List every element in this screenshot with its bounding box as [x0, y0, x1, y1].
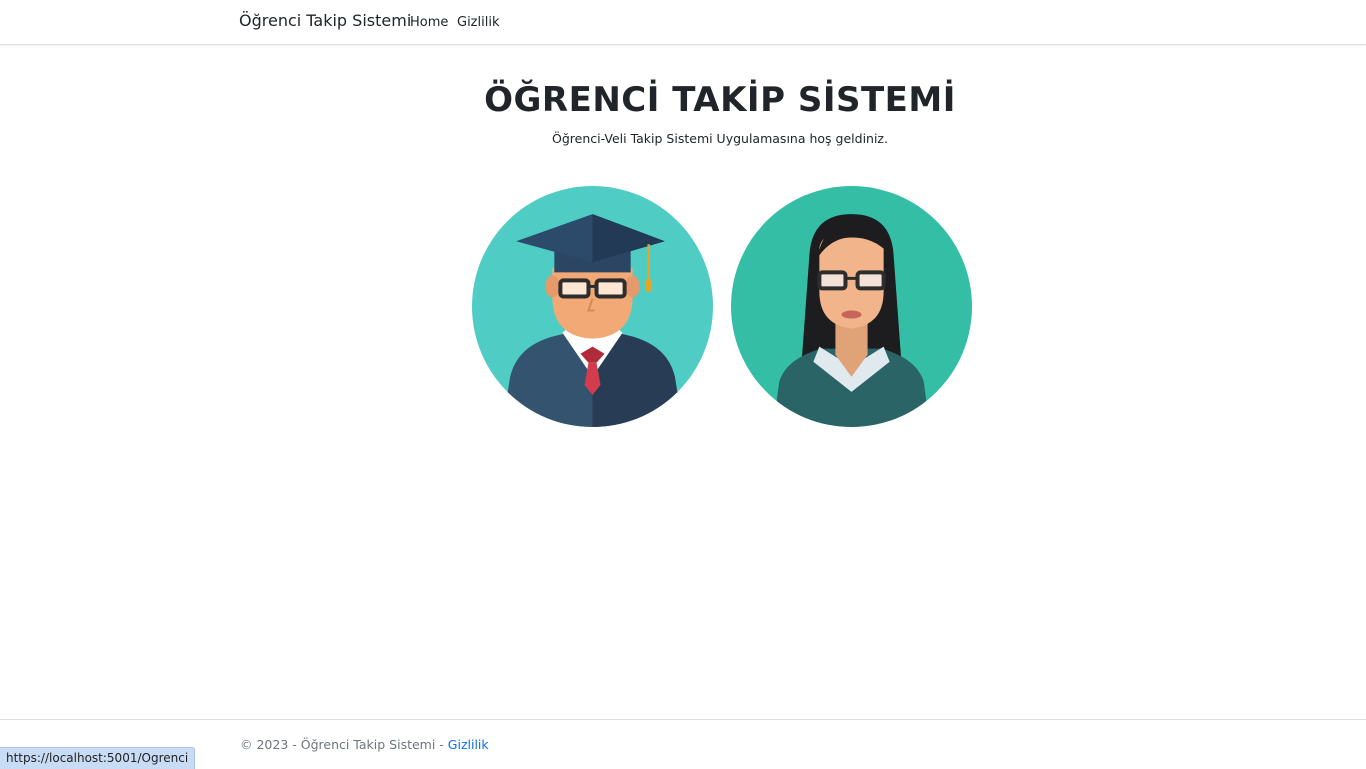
footer-text: © 2023 - Öğrenci Takip Sistemi - Gizlili… — [240, 737, 489, 752]
woman-avatar-icon — [731, 186, 972, 427]
page-subtitle: Öğrenci-Veli Takip Sistemi Uygulamasına … — [552, 131, 888, 146]
parent-avatar-link[interactable] — [731, 186, 972, 427]
nav-link-home[interactable]: Home — [410, 15, 448, 30]
footer-copyright: © 2023 - Öğrenci Takip Sistemi - — [240, 737, 448, 752]
navbar: Öğrenci Takip Sistemi Home Gizlilik — [0, 0, 1366, 45]
navbar-brand[interactable]: Öğrenci Takip Sistemi — [239, 11, 411, 30]
nav-link-privacy[interactable]: Gizlilik — [457, 15, 500, 30]
page-title: ÖĞRENCİ TAKİP SİSTEMİ — [484, 80, 956, 120]
footer-privacy-link[interactable]: Gizlilik — [448, 737, 489, 752]
status-bar-url: https://localhost:5001/Ogrenci — [0, 747, 196, 769]
student-avatar-link[interactable] — [472, 186, 713, 427]
graduate-avatar-icon — [472, 186, 713, 427]
footer: © 2023 - Öğrenci Takip Sistemi - Gizlili… — [0, 719, 1366, 768]
